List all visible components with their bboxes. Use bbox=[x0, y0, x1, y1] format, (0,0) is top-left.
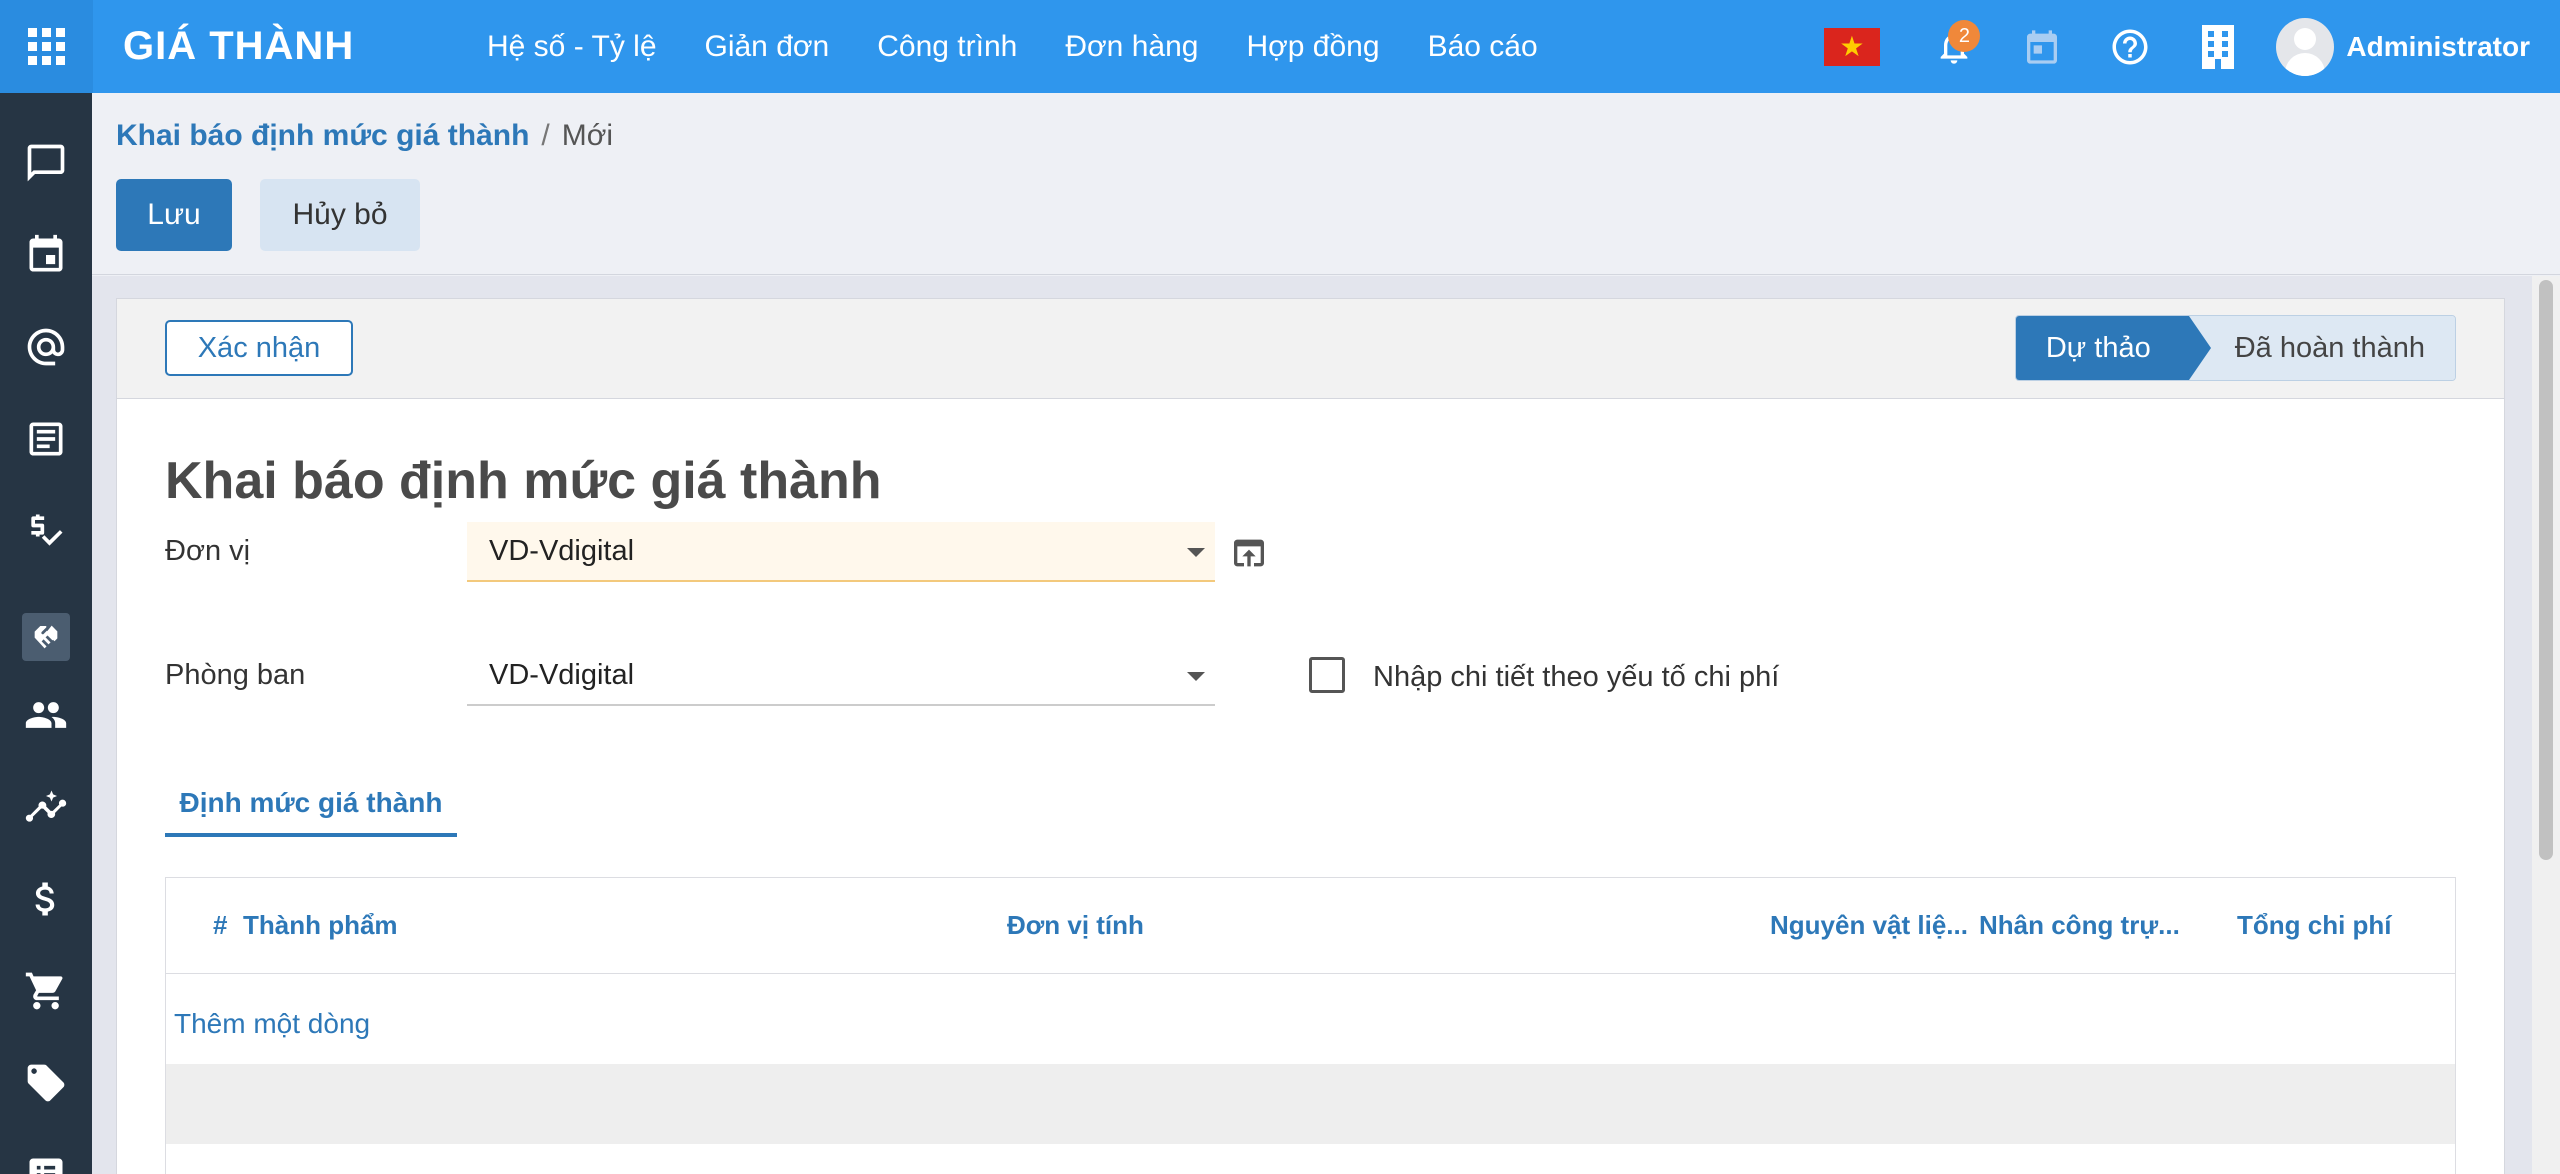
form-view: Xác nhận Dự thảo Đã hoàn thành Khai báo … bbox=[92, 276, 2532, 1174]
column-header-total-cost[interactable]: Tổng chi phí bbox=[2237, 910, 2392, 941]
table-row bbox=[166, 1064, 2455, 1144]
add-line-link[interactable]: Thêm một dòng bbox=[174, 1008, 370, 1040]
calendar-event-icon[interactable] bbox=[22, 231, 70, 279]
table-header: # Thành phẩm Đơn vị tính Nguyên vật liệ.… bbox=[166, 878, 2455, 974]
company-switcher-button[interactable] bbox=[2188, 0, 2248, 93]
apps-grid-icon bbox=[28, 28, 65, 65]
detail-by-cost-factor-label[interactable]: Nhập chi tiết theo yếu tố chi phí bbox=[1373, 661, 1779, 694]
breadcrumb-current: Mới bbox=[561, 119, 614, 152]
form-statusbar: Xác nhận Dự thảo Đã hoàn thành bbox=[117, 299, 2504, 399]
calendar-button[interactable] bbox=[2012, 0, 2072, 93]
language-flag-icon[interactable] bbox=[1824, 27, 1881, 66]
dollar-icon[interactable] bbox=[22, 875, 70, 923]
menu-item-coefficient[interactable]: Hệ số - Tỷ lệ bbox=[463, 0, 681, 93]
confirm-button[interactable]: Xác nhận bbox=[165, 320, 353, 376]
tab-cost-norm[interactable]: Định mức giá thành bbox=[165, 781, 457, 837]
chevron-down-icon[interactable] bbox=[1187, 672, 1205, 681]
menu-item-reports[interactable]: Báo cáo bbox=[1404, 0, 1562, 93]
unit-value: VD-Vdigital bbox=[489, 534, 635, 567]
help-icon bbox=[2112, 29, 2148, 64]
notifications-button[interactable]: 2 bbox=[1924, 0, 1984, 93]
menu-item-simple[interactable]: Giản đơn bbox=[681, 0, 854, 93]
top-right-tools: 2 Administrator bbox=[1824, 0, 2560, 93]
chat-icon[interactable] bbox=[22, 139, 70, 187]
column-header-index: # bbox=[213, 910, 228, 940]
status-stages: Dự thảo Đã hoàn thành bbox=[2014, 315, 2456, 381]
tag-icon[interactable] bbox=[22, 1059, 70, 1107]
left-sidebar bbox=[0, 93, 92, 1174]
column-header-material[interactable]: Nguyên vật liệ... bbox=[1770, 910, 1968, 941]
people-icon[interactable] bbox=[22, 691, 70, 739]
notification-badge: 2 bbox=[1948, 20, 1981, 52]
form-title: Khai báo định mức giá thành bbox=[165, 452, 882, 510]
calendar-icon bbox=[2027, 29, 2058, 64]
breadcrumb: Khai báo định mức giá thành / Mới bbox=[116, 119, 613, 153]
building-icon bbox=[2202, 24, 2235, 69]
chevron-down-icon[interactable] bbox=[1187, 548, 1205, 557]
page-scrollbar[interactable] bbox=[2532, 276, 2560, 1174]
external-link-icon[interactable] bbox=[1229, 533, 1269, 573]
user-avatar[interactable] bbox=[2276, 17, 2335, 76]
menu-item-orders[interactable]: Đơn hàng bbox=[1041, 0, 1222, 93]
cost-norm-table: # Thành phẩm Đơn vị tính Nguyên vật liệ.… bbox=[165, 877, 2456, 1174]
list-icon[interactable] bbox=[22, 1151, 70, 1174]
department-label: Phòng ban bbox=[165, 659, 306, 691]
unit-select[interactable]: VD-Vdigital bbox=[467, 522, 1215, 582]
discard-button[interactable]: Hủy bỏ bbox=[260, 179, 420, 251]
analytics-icon[interactable] bbox=[22, 783, 70, 831]
price-check-icon[interactable] bbox=[22, 507, 70, 555]
column-header-uom[interactable]: Đơn vị tính bbox=[1007, 910, 1144, 941]
user-name[interactable]: Administrator bbox=[2346, 31, 2530, 63]
department-select[interactable]: VD-Vdigital bbox=[467, 646, 1215, 706]
unit-label: Đơn vị bbox=[165, 535, 251, 567]
save-button[interactable]: Lưu bbox=[116, 179, 232, 251]
scrollbar-thumb[interactable] bbox=[2539, 280, 2553, 860]
column-header-product[interactable]: Thành phẩm bbox=[243, 910, 398, 941]
form-sheet: Xác nhận Dự thảo Đã hoàn thành Khai báo … bbox=[116, 298, 2505, 1174]
app-title[interactable]: GIÁ THÀNH bbox=[123, 24, 463, 69]
menu-item-construction[interactable]: Công trình bbox=[853, 0, 1041, 93]
department-value: VD-Vdigital bbox=[489, 658, 635, 691]
stage-draft[interactable]: Dự thảo bbox=[2015, 316, 2211, 380]
apps-menu-button[interactable] bbox=[0, 0, 93, 93]
breadcrumb-separator: / bbox=[541, 119, 550, 152]
at-sign-icon[interactable] bbox=[22, 323, 70, 371]
breadcrumb-parent-link[interactable]: Khai báo định mức giá thành bbox=[116, 119, 529, 152]
cart-icon[interactable] bbox=[22, 967, 70, 1015]
main-menu: Hệ số - Tỷ lệ Giản đơn Công trình Đơn hà… bbox=[463, 0, 1562, 93]
help-button[interactable] bbox=[2100, 0, 2160, 93]
handshake-icon[interactable] bbox=[22, 613, 70, 661]
detail-by-cost-factor-checkbox[interactable] bbox=[1309, 657, 1345, 693]
control-panel: Khai báo định mức giá thành / Mới Lưu Hủy … bbox=[92, 93, 2560, 275]
menu-item-contracts[interactable]: Hợp đồng bbox=[1222, 0, 1403, 93]
top-navbar: GIÁ THÀNH Hệ số - Tỷ lệ Giản đơn Công tr… bbox=[0, 0, 2560, 93]
document-icon[interactable] bbox=[22, 415, 70, 463]
stage-done[interactable]: Đã hoàn thành bbox=[2188, 316, 2455, 380]
column-header-direct-labor[interactable]: Nhân công trự... bbox=[1979, 910, 2180, 941]
